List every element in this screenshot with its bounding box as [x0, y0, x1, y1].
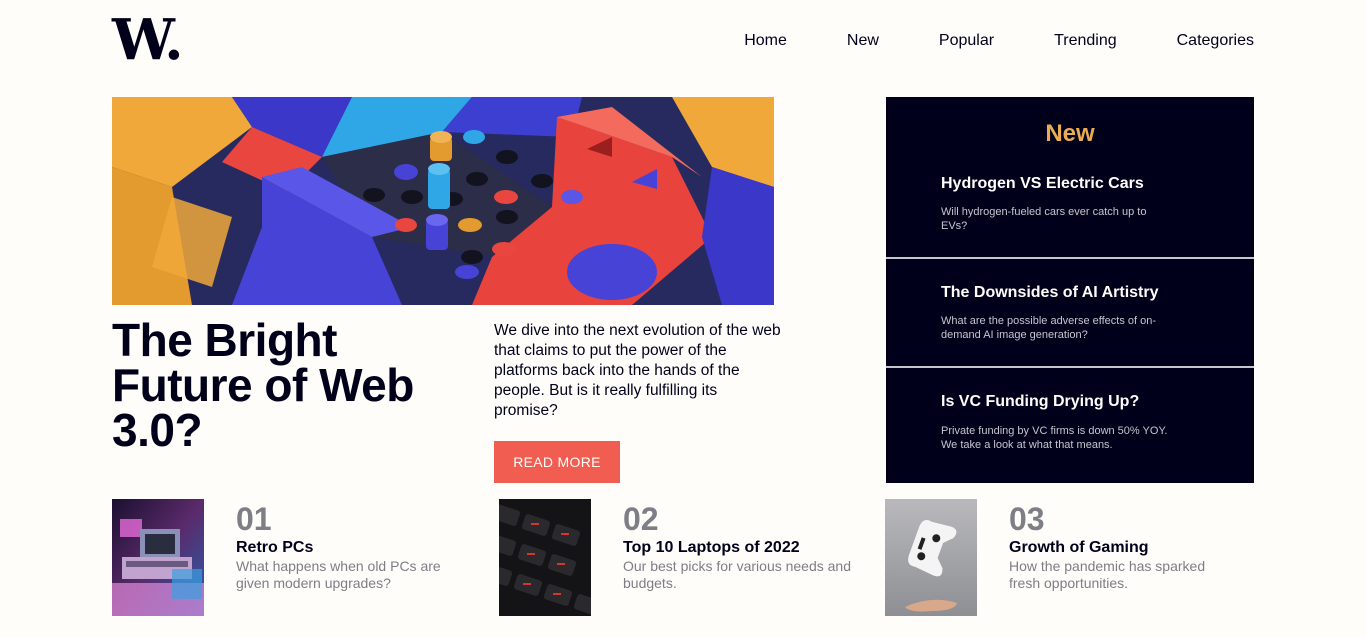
divider: [886, 366, 1254, 368]
hero-image: [112, 97, 774, 305]
article-card: 03 Growth of Gaming How the pandemic has…: [885, 499, 1245, 616]
main-nav: Home New Popular Trending Categories: [744, 31, 1254, 51]
game-controller-thumbnail[interactable]: [885, 499, 977, 616]
new-articles-panel: New Hydrogen VS Electric Cars Will hydro…: [886, 97, 1254, 483]
card-title[interactable]: Retro PCs: [236, 539, 313, 557]
nav-home[interactable]: Home: [744, 31, 787, 51]
hero-lede: We dive into the next evolution of the w…: [494, 322, 781, 419]
nav-new[interactable]: New: [847, 31, 879, 51]
site-logo[interactable]: W.: [112, 12, 184, 68]
article-card: 01 Retro PCs What happens when old PCs a…: [112, 499, 472, 616]
card-desc: Our best picks for various needs and bud…: [623, 558, 852, 591]
card-number: 03: [1009, 501, 1045, 537]
card-number: 01: [236, 501, 272, 537]
new-item-desc: Will hydrogen-fueled cars ever catch up …: [941, 206, 1147, 232]
new-item-title[interactable]: Is VC Funding Drying Up?: [941, 393, 1139, 411]
new-item-title[interactable]: The Downsides of AI Artistry: [941, 284, 1159, 302]
laptop-keyboard-thumbnail[interactable]: [499, 499, 591, 616]
nav-trending[interactable]: Trending: [1054, 31, 1117, 51]
nav-categories[interactable]: Categories: [1177, 31, 1254, 51]
new-panel-title: New: [1045, 120, 1095, 147]
divider: [886, 257, 1254, 259]
hero-title: The Bright Future of Web 3.0?: [112, 314, 414, 456]
card-desc: How the pandemic has sparked fresh oppor…: [1009, 558, 1206, 591]
new-item-desc: Private funding by VC firms is down 50% …: [941, 425, 1168, 451]
card-desc: What happens when old PCs are given mode…: [236, 558, 441, 591]
read-more-button[interactable]: READ MORE: [494, 441, 620, 483]
nav-popular[interactable]: Popular: [939, 31, 994, 51]
article-card: 02 Top 10 Laptops of 2022 Our best picks…: [499, 499, 859, 616]
card-title[interactable]: Growth of Gaming: [1009, 539, 1149, 557]
card-title[interactable]: Top 10 Laptops of 2022: [623, 539, 800, 557]
card-number: 02: [623, 501, 659, 537]
new-item-desc: What are the possible adverse effects of…: [941, 315, 1157, 341]
new-item-title[interactable]: Hydrogen VS Electric Cars: [941, 175, 1144, 193]
retro-pc-thumbnail[interactable]: [112, 499, 204, 616]
